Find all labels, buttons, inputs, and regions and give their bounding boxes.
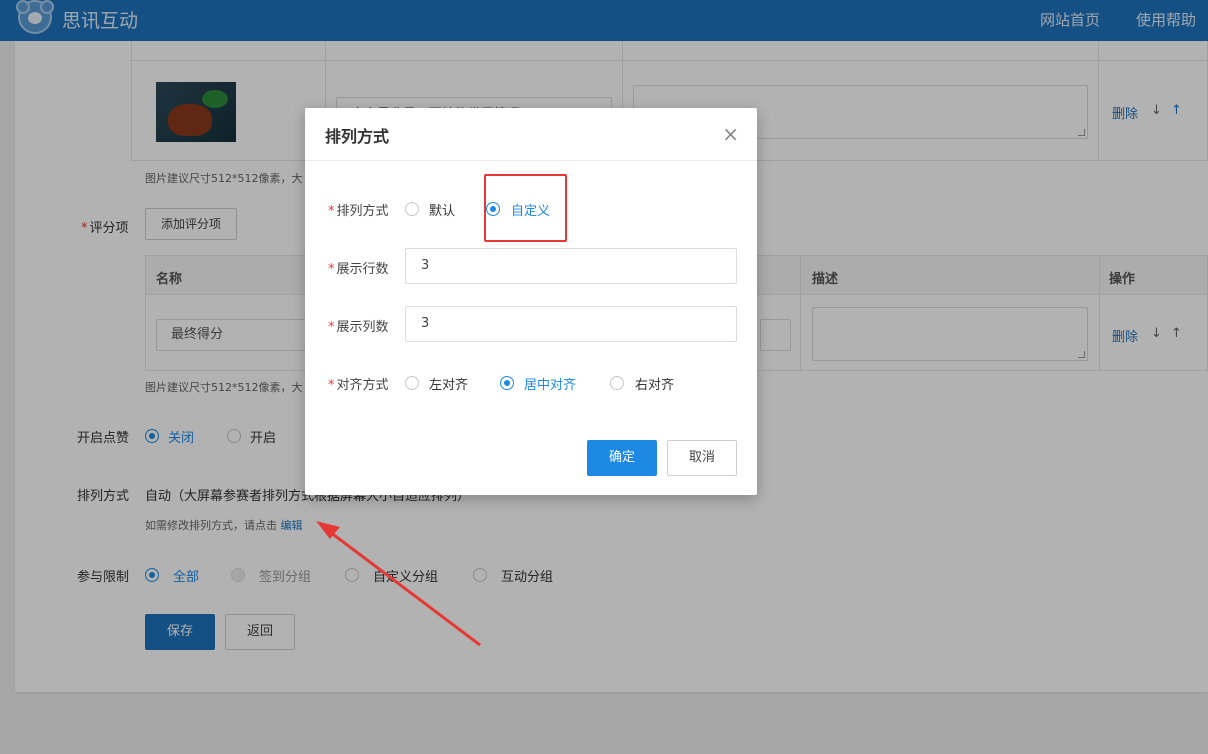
mode-default-label[interactable]: 默认	[429, 200, 455, 219]
mode-label: * 排列方式	[328, 204, 389, 219]
cols-input[interactable]: 3	[405, 306, 737, 342]
modal-header: 排列方式 ×	[305, 108, 757, 161]
cols-label: * 展示列数	[328, 320, 389, 335]
align-left-radio[interactable]	[405, 376, 419, 390]
rows-input[interactable]: 3	[405, 248, 737, 284]
cancel-button[interactable]: 取消	[667, 440, 737, 476]
arrange-modal: 排列方式 × * 排列方式 默认 自定义 * 展示行数 3 * 展示列数 3 * 对齐方…	[305, 108, 757, 495]
align-left-label[interactable]: 左对齐	[429, 374, 468, 393]
align-right-label[interactable]: 右对齐	[635, 374, 674, 393]
rows-label: * 展示行数	[328, 262, 389, 277]
mode-default-radio[interactable]	[405, 202, 419, 216]
close-icon[interactable]: ×	[722, 122, 739, 146]
align-center-label[interactable]: 居中对齐	[524, 374, 576, 393]
align-center-radio[interactable]	[500, 376, 514, 390]
confirm-button[interactable]: 确定	[587, 440, 657, 476]
align-right-radio[interactable]	[610, 376, 624, 390]
align-label: * 对齐方式	[328, 378, 389, 393]
modal-title: 排列方式	[325, 127, 390, 146]
highlight-box	[484, 174, 567, 242]
